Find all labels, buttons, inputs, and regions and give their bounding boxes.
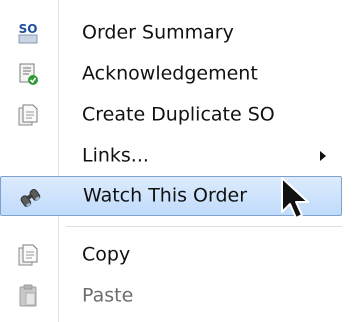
- submenu-arrow-icon: [320, 151, 326, 161]
- so-icon: SO: [18, 22, 38, 44]
- menu-item-copy[interactable]: Copy: [0, 235, 342, 275]
- menu-item-label: Acknowledgement: [82, 62, 258, 85]
- menu-item-links[interactable]: Links...: [0, 136, 342, 176]
- menu-item-label: Order Summary: [82, 21, 234, 44]
- so-icon-text: SO: [19, 22, 38, 36]
- menu-item-label: Links...: [82, 144, 149, 167]
- menu-item-paste[interactable]: Paste: [0, 276, 342, 316]
- menu-item-label: Copy: [82, 243, 131, 266]
- mouse-cursor-icon: [281, 177, 309, 219]
- context-menu: SO Order Summary Acknowledgement Create …: [0, 0, 356, 322]
- acknowledgement-icon: [19, 63, 38, 85]
- duplicate-document-icon: [18, 104, 38, 126]
- menu-item-label: Create Duplicate SO: [82, 103, 275, 126]
- menu-separator: [66, 226, 342, 227]
- copy-icon: [18, 244, 38, 266]
- binoculars-icon: [20, 189, 41, 208]
- menu-item-acknowledgement[interactable]: Acknowledgement: [0, 54, 342, 94]
- menu-item-label: Watch This Order: [83, 184, 248, 207]
- menu-item-create-duplicate-so[interactable]: Create Duplicate SO: [0, 95, 342, 135]
- paste-icon: [19, 284, 37, 307]
- menu-item-label: Paste: [82, 284, 134, 307]
- menu-item-order-summary[interactable]: SO Order Summary: [0, 13, 342, 53]
